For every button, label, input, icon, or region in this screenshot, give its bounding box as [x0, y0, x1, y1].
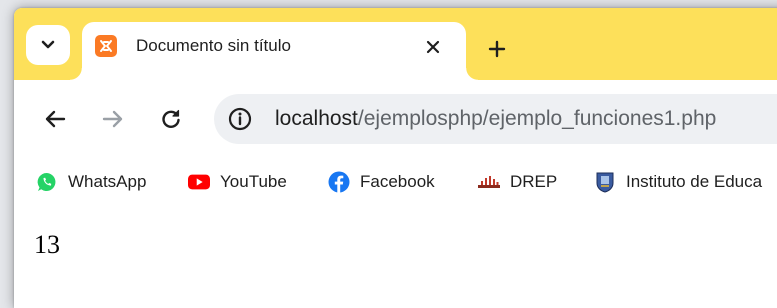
forward-button[interactable] [94, 100, 132, 138]
browser-window: Documento sin título localhost/ejemplosp… [14, 8, 777, 308]
bookmark-label: DREP [510, 172, 558, 191]
active-tab[interactable]: Documento sin título [70, 22, 478, 80]
institute-icon [594, 171, 616, 193]
bookmark-whatsapp[interactable]: WhatsApp [36, 164, 146, 200]
new-tab-button[interactable] [480, 32, 514, 66]
bookmarks-bar: WhatsApp YouTube Facebook DREP Instituto… [14, 160, 777, 206]
bookmark-youtube[interactable]: YouTube [188, 164, 287, 200]
reload-button[interactable] [152, 100, 190, 138]
bookmark-label: Facebook [360, 172, 435, 191]
youtube-icon [188, 171, 210, 193]
tab-close-button[interactable] [420, 34, 446, 60]
close-icon [426, 40, 440, 54]
bookmark-instituto[interactable]: Instituto de Educa [594, 164, 762, 200]
info-icon[interactable] [228, 107, 252, 131]
chevron-down-icon [41, 40, 55, 49]
url-path: /ejemplosphp/ejemplo_funciones1.php [357, 107, 717, 130]
tab-strip: Documento sin título [14, 8, 777, 80]
page-output-text: 13 [34, 230, 60, 259]
url-host: localhost [275, 107, 358, 130]
bookmark-label: YouTube [220, 172, 287, 191]
address-bar[interactable]: localhost/ejemplosphp/ejemplo_funciones1… [214, 94, 777, 144]
bookmark-drep[interactable]: DREP [478, 164, 557, 200]
facebook-icon [328, 171, 350, 193]
bookmark-label: Instituto de Educa [626, 172, 763, 191]
plus-icon [488, 40, 506, 58]
url-text[interactable]: localhost/ejemplosphp/ejemplo_funciones1… [275, 107, 716, 131]
tab-title: Documento sin título [136, 36, 291, 55]
whatsapp-icon [36, 171, 58, 193]
page-content: 13 [14, 206, 777, 308]
tab-search-button[interactable] [26, 25, 70, 65]
bookmark-label: WhatsApp [68, 172, 147, 191]
xampp-icon [95, 35, 117, 57]
reload-icon [162, 109, 180, 128]
toolbar: localhost/ejemplosphp/ejemplo_funciones1… [14, 80, 777, 160]
back-button[interactable] [36, 100, 74, 138]
arrow-left-icon [45, 110, 66, 128]
arrow-right-icon [102, 110, 123, 128]
drep-icon [478, 171, 500, 193]
bookmark-facebook[interactable]: Facebook [328, 164, 435, 200]
